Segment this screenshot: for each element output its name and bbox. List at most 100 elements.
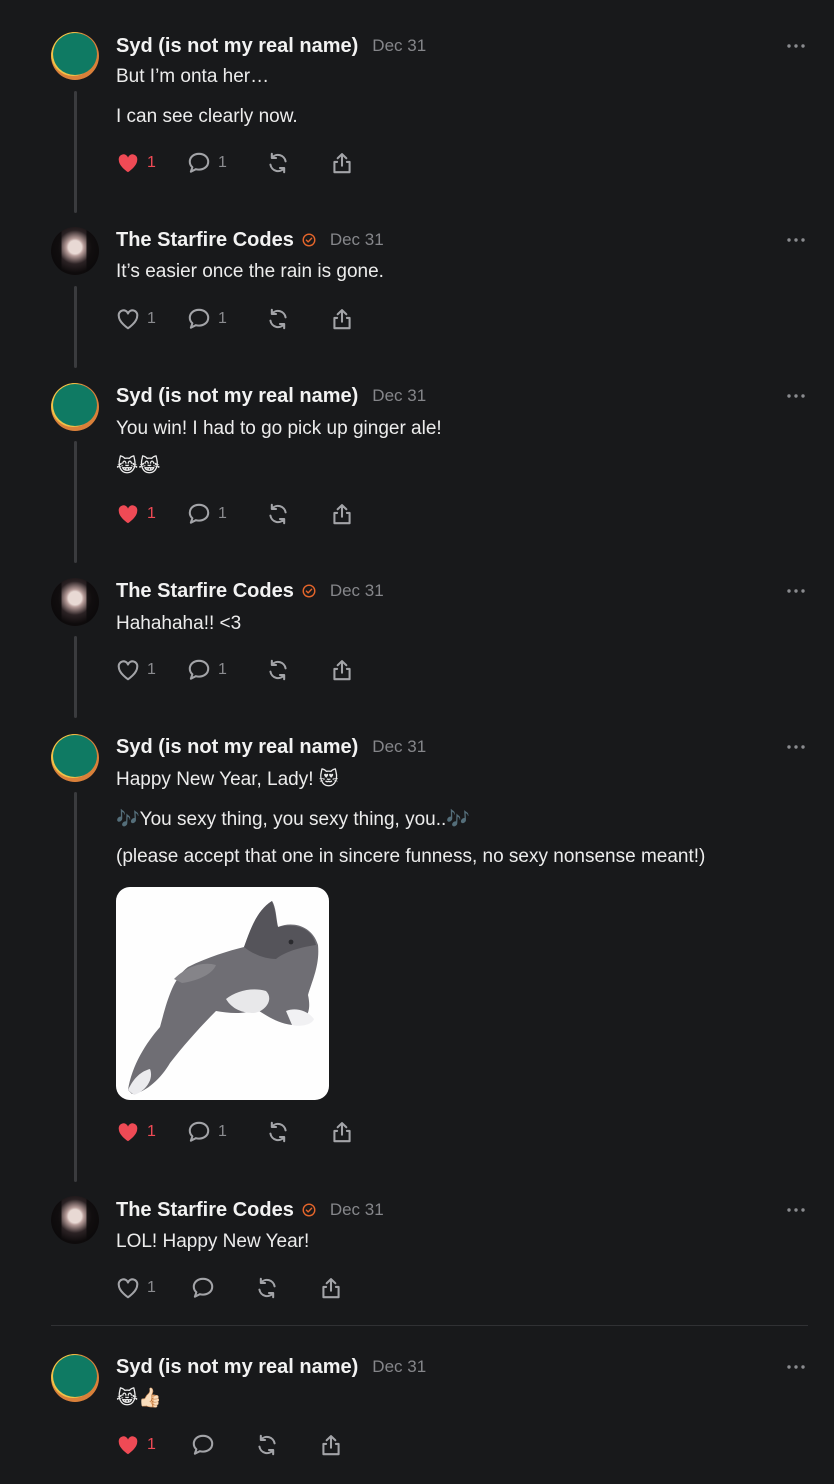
comment-count: 1 bbox=[218, 154, 227, 171]
repost-button[interactable] bbox=[265, 150, 291, 176]
avatar[interactable] bbox=[51, 32, 99, 80]
more-options-icon[interactable] bbox=[786, 41, 806, 51]
avatar[interactable] bbox=[51, 578, 99, 626]
repost-button[interactable] bbox=[254, 1432, 280, 1458]
like-button[interactable]: 1 bbox=[115, 150, 156, 176]
heart-icon bbox=[117, 309, 139, 330]
like-button[interactable]: 1 bbox=[115, 501, 156, 527]
avatar[interactable] bbox=[51, 383, 99, 431]
post-date[interactable]: Dec 31 bbox=[330, 230, 384, 250]
post-text: Hahahaha!! <3 bbox=[116, 613, 242, 634]
comment-button[interactable] bbox=[190, 1275, 216, 1301]
comment-button[interactable] bbox=[190, 1432, 216, 1458]
repost-button[interactable] bbox=[265, 306, 291, 332]
repost-icon bbox=[269, 503, 287, 525]
repost-button[interactable] bbox=[265, 657, 291, 683]
avatar[interactable] bbox=[51, 227, 99, 275]
post-date[interactable]: Dec 31 bbox=[372, 386, 426, 406]
like-button[interactable]: 1 bbox=[115, 1119, 156, 1145]
like-button[interactable]: 1 bbox=[115, 657, 156, 683]
share-button[interactable] bbox=[329, 657, 355, 683]
author-name[interactable]: Syd (is not my real name) bbox=[116, 35, 358, 58]
post-text: You win! I had to go pick up ginger ale! bbox=[116, 418, 442, 439]
post-header: Syd (is not my real name) Dec 31 bbox=[116, 1354, 426, 1380]
share-button[interactable] bbox=[329, 306, 355, 332]
share-icon bbox=[322, 1278, 340, 1299]
avatar[interactable] bbox=[51, 1354, 99, 1402]
repost-button[interactable] bbox=[254, 1275, 280, 1301]
thread-connector bbox=[74, 91, 77, 213]
post-header: The Starfire Codes Dec 31 bbox=[116, 578, 384, 604]
share-icon bbox=[333, 660, 351, 681]
like-button[interactable]: 1 bbox=[115, 306, 156, 332]
avatar[interactable] bbox=[51, 1196, 99, 1244]
like-count: 1 bbox=[147, 505, 156, 522]
avatar[interactable] bbox=[51, 734, 99, 782]
repost-icon bbox=[269, 659, 287, 681]
share-icon bbox=[333, 153, 351, 174]
heart-icon bbox=[118, 1123, 138, 1142]
more-options-icon[interactable] bbox=[786, 742, 806, 752]
post-date[interactable]: Dec 31 bbox=[330, 581, 384, 601]
share-icon bbox=[322, 1435, 340, 1456]
comment-button[interactable]: 1 bbox=[186, 150, 227, 176]
thread-connector bbox=[74, 792, 77, 1182]
comment-icon bbox=[188, 152, 210, 173]
share-button[interactable] bbox=[329, 150, 355, 176]
share-button[interactable] bbox=[318, 1432, 344, 1458]
cat-photo[interactable] bbox=[116, 887, 329, 1100]
author-name[interactable]: The Starfire Codes bbox=[116, 1199, 294, 1222]
repost-icon bbox=[258, 1434, 276, 1456]
more-options-icon[interactable] bbox=[786, 235, 806, 245]
share-button[interactable] bbox=[329, 1119, 355, 1145]
post-date[interactable]: Dec 31 bbox=[372, 737, 426, 757]
author-name[interactable]: The Starfire Codes bbox=[116, 580, 294, 603]
post-header: Syd (is not my real name) Dec 31 bbox=[116, 383, 426, 409]
share-button[interactable] bbox=[329, 501, 355, 527]
thread-connector bbox=[74, 286, 77, 368]
post-text: 🎶You sexy thing, you sexy thing, you..🎶 bbox=[116, 809, 470, 830]
comment-button[interactable]: 1 bbox=[186, 1119, 227, 1145]
heart-icon bbox=[118, 1436, 138, 1455]
post-emoji: 😹👍🏻 bbox=[116, 1387, 162, 1409]
post-date[interactable]: Dec 31 bbox=[372, 36, 426, 56]
like-count: 1 bbox=[147, 1436, 156, 1453]
more-options-icon[interactable] bbox=[786, 391, 806, 401]
repost-button[interactable] bbox=[265, 1119, 291, 1145]
author-name[interactable]: The Starfire Codes bbox=[116, 229, 294, 252]
post-text: (please accept that one in sincere funne… bbox=[116, 846, 706, 867]
more-options-icon[interactable] bbox=[786, 1362, 806, 1372]
thread-connector bbox=[74, 636, 77, 718]
comment-button[interactable]: 1 bbox=[186, 501, 227, 527]
more-options-icon[interactable] bbox=[786, 586, 806, 596]
comment-icon bbox=[188, 1121, 210, 1142]
post-date[interactable]: Dec 31 bbox=[330, 1200, 384, 1220]
author-name[interactable]: Syd (is not my real name) bbox=[116, 736, 358, 759]
heart-icon bbox=[117, 660, 139, 681]
heart-icon bbox=[117, 1278, 139, 1299]
like-count: 1 bbox=[147, 661, 156, 678]
repost-icon bbox=[269, 152, 287, 174]
author-name[interactable]: Syd (is not my real name) bbox=[116, 1356, 358, 1379]
verified-badge-icon bbox=[302, 1203, 316, 1217]
author-name[interactable]: Syd (is not my real name) bbox=[116, 385, 358, 408]
post-text: It’s easier once the rain is gone. bbox=[116, 261, 384, 282]
repost-icon bbox=[258, 1277, 276, 1299]
comment-icon bbox=[188, 659, 210, 680]
post-date[interactable]: Dec 31 bbox=[372, 1357, 426, 1377]
repost-button[interactable] bbox=[265, 501, 291, 527]
more-options-icon[interactable] bbox=[786, 1205, 806, 1215]
thread-connector bbox=[74, 441, 77, 563]
comment-button[interactable]: 1 bbox=[186, 306, 227, 332]
thread-divider bbox=[51, 1325, 808, 1326]
share-button[interactable] bbox=[318, 1275, 344, 1301]
post-text: LOL! Happy New Year! bbox=[116, 1231, 310, 1252]
comment-icon bbox=[188, 503, 210, 524]
heart-icon bbox=[118, 505, 138, 524]
post-text: But I’m onta her… bbox=[116, 66, 270, 87]
comment-count: 1 bbox=[218, 310, 227, 327]
comment-button[interactable]: 1 bbox=[186, 657, 227, 683]
like-button[interactable]: 1 bbox=[115, 1275, 156, 1301]
heart-icon bbox=[118, 154, 138, 173]
like-button[interactable]: 1 bbox=[115, 1432, 156, 1458]
